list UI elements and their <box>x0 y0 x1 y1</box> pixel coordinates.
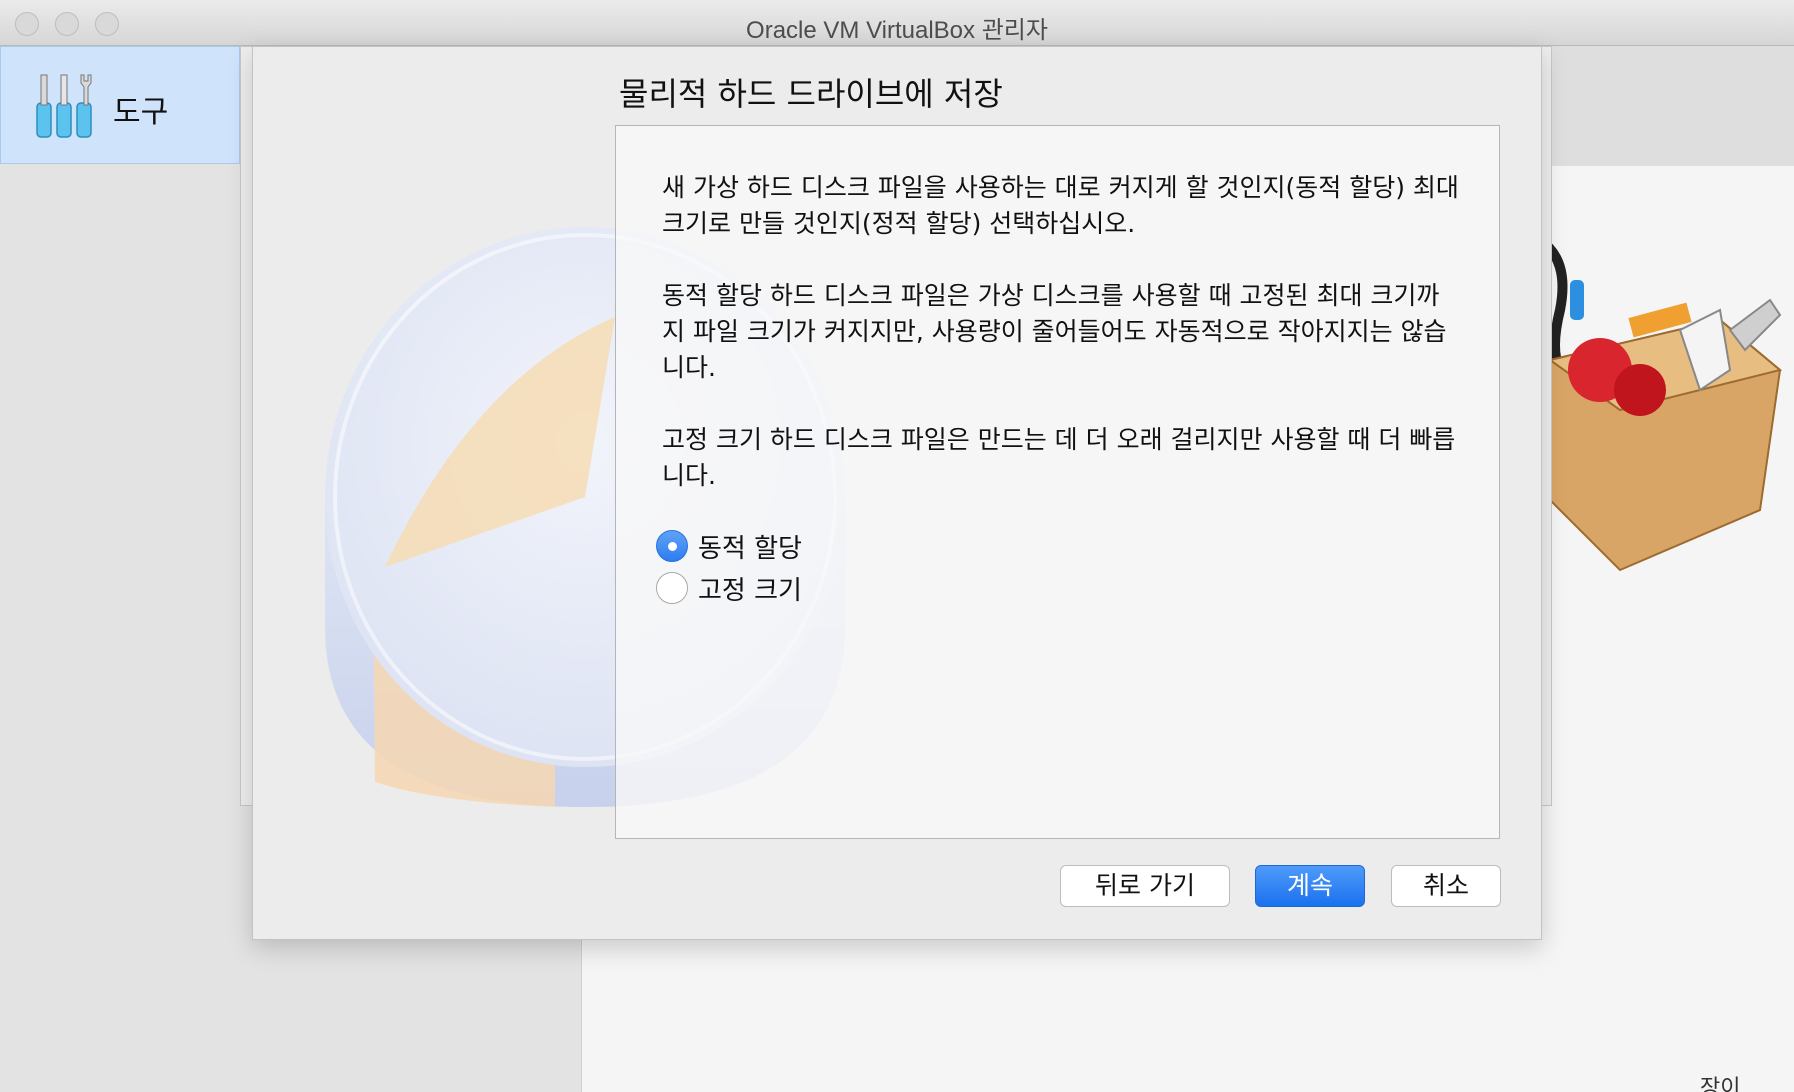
go-back-button[interactable]: 뒤로 가기 <box>1060 865 1230 907</box>
radio-label-fixed: 고정 크기 <box>698 575 802 606</box>
create-disk-dialog: 물리적 하드 드라이브에 저장 새 가상 하드 디스크 파일을 사용하는 대로 … <box>252 46 1542 940</box>
window-title: Oracle VM VirtualBox 관리자 <box>746 17 1048 44</box>
dynamic-allocation-description: 동적 할당 하드 디스크 파일은 가상 디스크를 사용할 때 고정된 최대 크기… <box>662 281 1447 382</box>
toolbox-illustration <box>1537 235 1783 572</box>
virtualbox-main-window: Oracle VM VirtualBox 관리자 도구 장이 . 물리적 하드 … <box>0 0 1794 1092</box>
radio-button-dynamic[interactable] <box>656 530 688 562</box>
radio-option-dynamic[interactable]: 동적 할당 <box>656 528 802 564</box>
radio-label-dynamic: 동적 할당 <box>698 533 802 564</box>
fixed-size-description: 고정 크기 하드 디스크 파일은 만드는 데 더 오래 걸리지만 사용할 때 더… <box>662 425 1456 490</box>
description-paragraph: 새 가상 하드 디스크 파일을 사용하는 대로 커지게 할 것인지(동적 할당)… <box>662 173 1459 238</box>
radio-option-fixed[interactable]: 고정 크기 <box>656 570 802 606</box>
continue-button[interactable]: 계속 <box>1255 865 1365 907</box>
dialog-content-box: 새 가상 하드 디스크 파일을 사용하는 대로 커지게 할 것인지(동적 할당)… <box>615 125 1500 839</box>
title-bar: Oracle VM VirtualBox 관리자 <box>0 0 1794 46</box>
tools-icon <box>36 74 92 138</box>
radio-button-fixed[interactable] <box>656 572 688 604</box>
sidebar-item-tools[interactable]: 도구 <box>0 46 240 164</box>
background-partial-text: 장이 . <box>1700 1076 1755 1092</box>
cancel-button[interactable]: 취소 <box>1391 865 1501 907</box>
sidebar-item-tools-label: 도구 <box>113 95 169 130</box>
dialog-title: 물리적 하드 드라이브에 저장 <box>619 75 1003 113</box>
